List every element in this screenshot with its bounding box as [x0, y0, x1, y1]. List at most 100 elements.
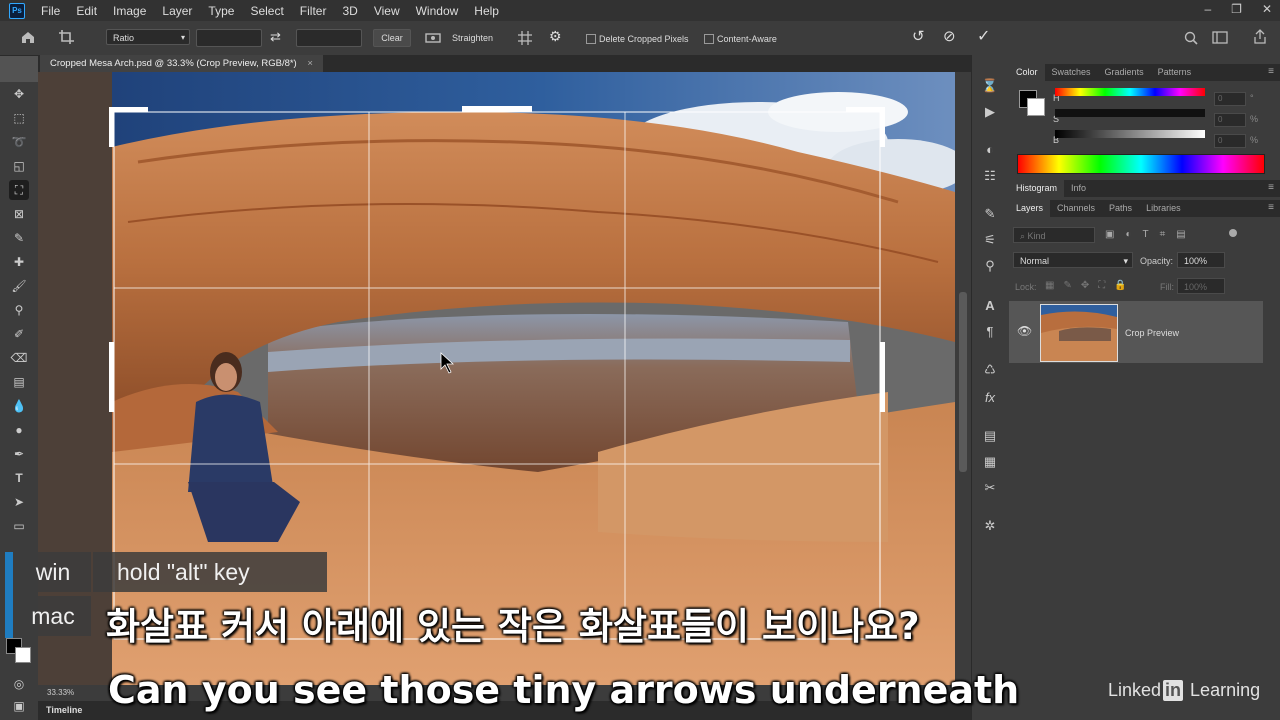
workspace-icon[interactable] [1212, 31, 1228, 44]
path-selection-tool-icon[interactable]: ➤ [9, 492, 29, 512]
layer-row[interactable]: 👁 Crop Preview [1009, 301, 1263, 363]
clone-stamp-tool-icon[interactable]: ⚲ [9, 300, 29, 320]
minimize-button[interactable]: – [1204, 2, 1211, 16]
tab-gradients[interactable]: Gradients [1098, 64, 1151, 81]
glyphs-icon[interactable]: ♺ [981, 361, 999, 379]
styles-fx-icon[interactable]: fx [981, 389, 999, 407]
move-tool-icon[interactable]: ✥ [9, 84, 29, 104]
character-icon[interactable]: A [981, 297, 999, 315]
hue-input[interactable]: 0 [1214, 92, 1246, 106]
blend-mode-select[interactable]: Normal ▾ [1013, 252, 1133, 268]
eyedropper-tool-icon[interactable]: ✎ [9, 228, 29, 248]
menu-help[interactable]: Help [466, 4, 507, 18]
commit-check-icon[interactable]: ✓ [977, 26, 990, 46]
color-spectrum-ramp[interactable] [1017, 154, 1265, 174]
content-aware-checkbox[interactable] [704, 34, 714, 44]
tools-scissors-icon[interactable]: ✂ [981, 479, 999, 497]
search-icon[interactable] [1184, 31, 1198, 45]
menu-type[interactable]: Type [200, 4, 242, 18]
brightness-slider[interactable] [1055, 130, 1205, 138]
close-tab-icon[interactable]: × [307, 58, 313, 69]
histogram-menu-icon[interactable]: ≡ [1268, 182, 1274, 193]
clone-source-icon[interactable]: ⚲ [981, 257, 999, 275]
adjustments-icon[interactable]: ◐ [981, 141, 999, 159]
frame-tool-icon[interactable]: ⊠ [9, 204, 29, 224]
menu-window[interactable]: Window [408, 4, 467, 18]
3d-panel-icon[interactable]: ✲ [981, 517, 999, 535]
gear-icon[interactable]: ⚙ [549, 28, 562, 45]
properties-icon[interactable]: ☷ [981, 167, 999, 185]
brightness-input[interactable]: 0 [1214, 134, 1246, 148]
tab-info[interactable]: Info [1064, 180, 1093, 197]
close-window-button[interactable]: ✕ [1262, 2, 1272, 16]
saturation-slider[interactable] [1055, 109, 1205, 117]
background-color-swatch[interactable] [15, 647, 31, 663]
object-selection-tool-icon[interactable]: ◱ [9, 156, 29, 176]
lasso-tool-icon[interactable]: ➰ [9, 132, 29, 152]
crop-tool-icon[interactable]: ⛶ [9, 180, 29, 200]
crop-tool-preset-icon[interactable] [58, 29, 76, 45]
menu-filter[interactable]: Filter [292, 4, 335, 18]
brush-settings-icon[interactable]: ⚟ [981, 231, 999, 249]
layer-thumbnail[interactable] [1040, 304, 1118, 362]
fill-input[interactable]: 100% [1177, 278, 1225, 294]
menu-3d[interactable]: 3D [334, 4, 365, 18]
dodge-tool-icon[interactable]: ● [9, 420, 29, 440]
saturation-input[interactable]: 0 [1214, 113, 1246, 127]
reset-icon[interactable]: ↺ [912, 27, 925, 45]
layer-kind-filter[interactable]: ⌕ Kind [1013, 227, 1095, 243]
document-tab[interactable]: Cropped Mesa Arch.psd @ 33.3% (Crop Prev… [40, 55, 323, 72]
history-panel-icon[interactable]: ⌛ [981, 77, 999, 95]
tab-swatches[interactable]: Swatches [1045, 64, 1098, 81]
vertical-scrollbar[interactable] [955, 72, 971, 685]
menu-layer[interactable]: Layer [154, 4, 200, 18]
layer-filter-icons[interactable]: ▣◐T⌗▤ [1105, 229, 1197, 240]
zoom-level[interactable]: 33.33% [47, 688, 74, 697]
hue-slider[interactable] [1055, 88, 1205, 96]
tab-paths[interactable]: Paths [1102, 200, 1139, 217]
cancel-icon[interactable]: ⊘ [943, 27, 956, 45]
tab-patterns[interactable]: Patterns [1151, 64, 1199, 81]
tab-histogram[interactable]: Histogram [1009, 180, 1065, 197]
type-tool-icon[interactable]: T [9, 468, 29, 488]
scrollbar-thumb[interactable] [959, 292, 967, 472]
home-icon[interactable] [20, 30, 36, 44]
ratio-select[interactable]: Ratio ▾ [106, 29, 190, 45]
eraser-tool-icon[interactable]: ⌫ [9, 348, 29, 368]
quick-mask-icon[interactable]: ◎ [9, 674, 29, 694]
share-icon[interactable] [1253, 29, 1267, 45]
marquee-tool-icon[interactable]: ⬚ [9, 108, 29, 128]
delete-cropped-checkbox[interactable] [586, 34, 596, 44]
tab-layers[interactable]: Layers [1009, 200, 1051, 217]
menu-select[interactable]: Select [242, 4, 291, 18]
straighten-icon[interactable] [425, 31, 441, 43]
menu-image[interactable]: Image [105, 4, 154, 18]
tab-channels[interactable]: Channels [1050, 200, 1102, 217]
width-ratio-input[interactable] [196, 29, 262, 47]
rectangle-tool-icon[interactable]: ▭ [9, 516, 29, 536]
height-ratio-input[interactable] [296, 29, 362, 47]
healing-brush-tool-icon[interactable]: ✚ [9, 252, 29, 272]
tab-color[interactable]: Color [1009, 64, 1045, 81]
pen-tool-icon[interactable]: ✒ [9, 444, 29, 464]
layer-comps-icon[interactable]: ▤ [981, 427, 999, 445]
brush-tool-icon[interactable]: 🖌 [9, 276, 29, 296]
swap-icon[interactable]: ⇄ [270, 29, 281, 45]
gradient-tool-icon[interactable]: ▤ [9, 372, 29, 392]
straighten-label[interactable]: Straighten [452, 33, 493, 43]
screen-mode-icon[interactable]: ▣ [9, 696, 29, 716]
tab-libraries[interactable]: Libraries [1139, 200, 1188, 217]
lock-icons[interactable]: ▦✎✥⛶🔒 [1045, 280, 1136, 291]
filter-toggle-icon[interactable] [1229, 229, 1237, 237]
history-brush-tool-icon[interactable]: ✐ [9, 324, 29, 344]
opacity-input[interactable]: 100% [1177, 252, 1225, 268]
panel-menu-icon[interactable]: ≡ [1268, 66, 1274, 77]
restore-button[interactable]: ❐ [1231, 2, 1242, 16]
actions-play-icon[interactable]: ▶ [981, 103, 999, 121]
clear-button[interactable]: Clear [373, 29, 411, 47]
layers-menu-icon[interactable]: ≡ [1268, 202, 1274, 213]
eye-visibility-icon[interactable]: 👁 [1017, 324, 1032, 338]
menu-file[interactable]: File [33, 4, 68, 18]
menu-view[interactable]: View [366, 4, 408, 18]
brushes-icon[interactable]: ✎ [981, 205, 999, 223]
